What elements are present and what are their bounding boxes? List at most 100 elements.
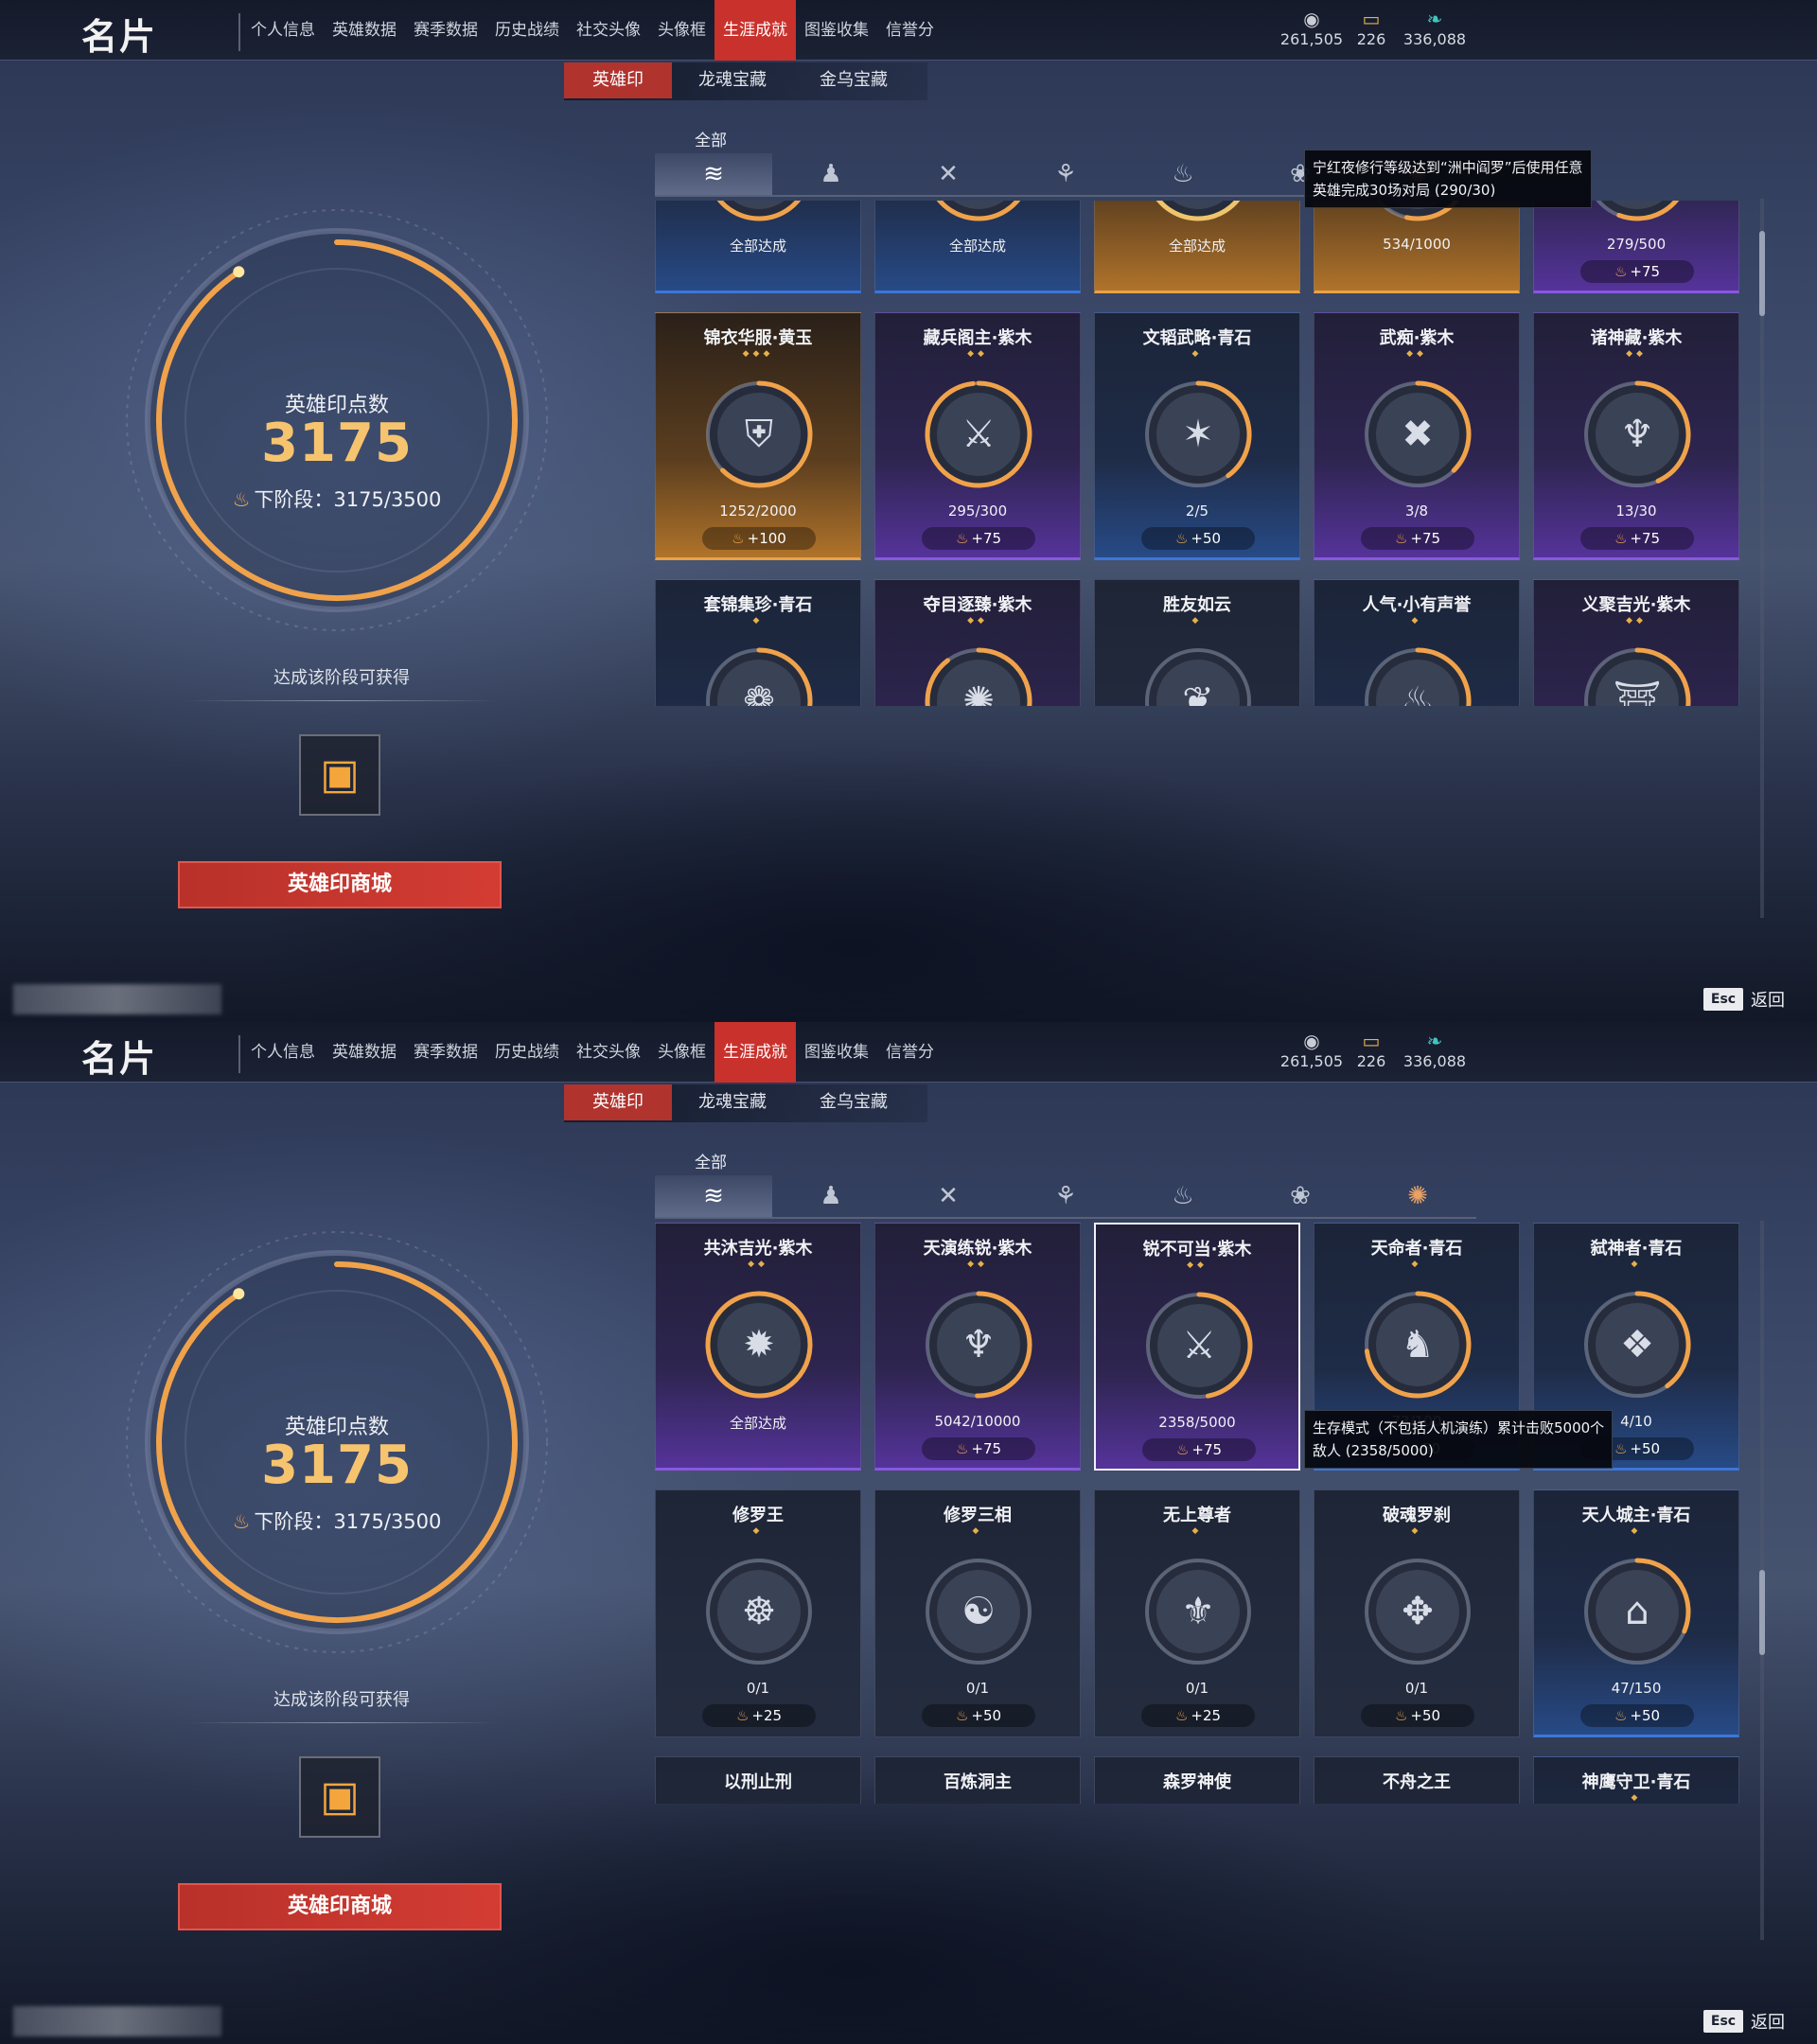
sub-tab[interactable]: 龙魂宝藏 — [672, 1084, 793, 1120]
achievement-card[interactable]: 天演练锐·紫木 ◆◆ ♆ 5042/10000 ♨ +75 — [874, 1223, 1081, 1471]
achievement-card[interactable]: 修罗王 ◆ ☸ 0/1 ♨ +25 — [655, 1489, 861, 1737]
achievement-card[interactable]: 无上尊者 ◆ ⚜ 0/1 ♨ +25 — [1094, 1489, 1300, 1737]
back-button[interactable]: 返回 — [1751, 987, 1785, 1012]
sub-tab[interactable]: 英雄印 — [564, 1084, 672, 1120]
crossed-swords-icon[interactable]: ✕ — [890, 1175, 1007, 1217]
lotus-icon[interactable]: ❀ — [1242, 1175, 1359, 1217]
sub-tab[interactable]: 金乌宝藏 — [793, 1084, 914, 1120]
three-faces-icon: ☯ — [922, 1555, 1035, 1668]
nav-tab[interactable]: 历史战绩 — [486, 0, 568, 61]
nav-tab[interactable]: 历史战绩 — [486, 1022, 568, 1083]
achievement-card[interactable]: 森罗神使♣ — [1094, 1756, 1300, 1804]
emblem-glyph: ❂ — [1580, 201, 1694, 224]
achievement-card[interactable]: ◆◆◆♛全部达成 — [1094, 201, 1300, 294]
nav-tab[interactable]: 信誉分 — [877, 0, 943, 61]
emblem-glyph: ❁ — [743, 679, 775, 706]
layers-icon[interactable]: ≋ — [655, 1175, 772, 1217]
nav-tab[interactable]: 赛季数据 — [405, 1022, 486, 1083]
scrollbar-thumb[interactable] — [1759, 230, 1765, 316]
achievement-card[interactable]: ◆◆❂279/500♨+75 — [1533, 201, 1739, 294]
next-stage-text: 下阶段：3175/3500 — [254, 1510, 442, 1533]
layers-icon[interactable]: ≋ — [655, 153, 772, 195]
nav-tab[interactable]: 赛季数据 — [405, 0, 486, 61]
person-icon[interactable]: ♟ — [772, 1175, 890, 1217]
nav-tab[interactable]: 个人信息 — [242, 0, 324, 61]
nav-tab[interactable]: 英雄数据 — [324, 0, 405, 61]
crossed-swords-icon[interactable]: ✕ — [890, 153, 1007, 195]
flame-icon: ♨ — [955, 1440, 969, 1457]
achievement-card[interactable]: 武痴·紫木 ◆◆ ✖ 3/8 ♨ +75 — [1314, 312, 1520, 561]
nav-tab[interactable]: 生涯成就 — [714, 0, 796, 61]
flame-icon: ♨ — [732, 530, 745, 548]
shop-button[interactable]: 英雄印商城 — [178, 861, 502, 908]
treasure-chest-icon[interactable]: ▣ — [299, 1756, 380, 1838]
emblem-glyph: ⛩ — [1613, 679, 1662, 706]
flame-sigil-icon[interactable]: ♨ — [1124, 153, 1242, 195]
orb-icon: ❂ — [1580, 201, 1694, 224]
back-button[interactable]: 返回 — [1751, 2009, 1785, 2034]
nav-tab[interactable]: 信誉分 — [877, 1022, 943, 1083]
achievement-card[interactable]: 人气·小有声誉◆♨9555/25000♨+50 — [1314, 579, 1520, 706]
nav-tab[interactable]: 图鉴收集 — [796, 0, 877, 61]
achievement-card[interactable]: 修罗三相 ◆ ☯ 0/1 ♨ +50 — [874, 1489, 1081, 1737]
achievement-card[interactable]: 义聚吉光·紫木◆◆⛩1792/3000♨+75 — [1533, 579, 1739, 706]
nav-tab[interactable]: 头像框 — [649, 1022, 714, 1083]
emblem-glyph: ♆ — [1620, 413, 1654, 457]
achievement-card[interactable]: 套锦集珍·青石◆❁1/3♨+50 — [655, 579, 861, 706]
esc-key-icon[interactable]: Esc — [1703, 988, 1743, 1011]
bonus-value: +50 — [971, 1707, 1002, 1724]
achievement-card[interactable]: 锦衣华服·黄玉 ◆◆◆ ⛨ 1252/2000 ♨ +100 — [655, 312, 861, 561]
achievement-card[interactable]: ◆◆◆✿534/1000 — [1314, 201, 1520, 294]
lotus-hand-icon[interactable]: ⚘ — [1007, 1175, 1124, 1217]
card-title: 共沐吉光·紫木 — [703, 1239, 813, 1259]
treasure-chest-icon[interactable]: ▣ — [299, 734, 380, 816]
achievement-card[interactable]: 以刑止刑☸ — [655, 1756, 861, 1804]
shop-button[interactable]: 英雄印商城 — [178, 1883, 502, 1930]
card-title: 天命者·青石 — [1370, 1239, 1463, 1259]
achievement-card[interactable]: 夺目逐臻·紫木◆◆✺269167/300000♨+75 — [874, 579, 1081, 706]
sub-tab[interactable]: 龙魂宝藏 — [672, 62, 793, 98]
achievement-card[interactable]: 藏兵阁主·紫木 ◆◆ ⚔ 295/300 ♨ +75 — [874, 312, 1081, 561]
achievement-card[interactable]: 共沐吉光·紫木 ◆◆ ✹ 全部达成 — [655, 1223, 861, 1471]
emblem-glyph: ◎ — [702, 201, 816, 224]
achievement-card[interactable]: 锐不可当·紫木 ◆◆ ⚔ 2358/5000 ♨ +75 — [1094, 1223, 1300, 1471]
scrollbar-thumb[interactable] — [1759, 1569, 1765, 1655]
achievement-card[interactable]: 文韬武略·青石 ◆ ✶ 2/5 ♨ +50 — [1094, 312, 1300, 561]
sub-tab[interactable]: 金乌宝藏 — [793, 62, 914, 98]
lotus-hand-icon[interactable]: ⚘ — [1007, 153, 1124, 195]
achievement-card[interactable]: 百炼洞主⌂ — [874, 1756, 1081, 1804]
achievement-card[interactable]: 不舟之王⛵ — [1314, 1756, 1520, 1804]
card-progress: 0/1 — [746, 1680, 770, 1697]
achievement-card[interactable]: ◆◆◎全部达成 — [655, 201, 861, 294]
card-progress: 5042/10000 — [934, 1413, 1021, 1430]
achievement-card[interactable]: ◆◆☽全部达成 — [874, 201, 1081, 294]
nav-tab[interactable]: 个人信息 — [242, 1022, 324, 1083]
achievement-card[interactable]: 诸神藏·紫木 ◆◆ ♆ 13/30 ♨ +75 — [1533, 312, 1739, 561]
nav-tab[interactable]: 图鉴收集 — [796, 1022, 877, 1083]
nav-tab[interactable]: 头像框 — [649, 0, 714, 61]
crown-icon: ♛ — [1141, 201, 1255, 224]
card-progress: 全部达成 — [729, 1415, 786, 1432]
nav-tab[interactable]: 英雄数据 — [324, 1022, 405, 1083]
sub-tab[interactable]: 英雄印 — [564, 62, 672, 98]
currency-display: ❧ 336,088 — [1394, 8, 1475, 48]
card-title: 修罗三相 — [944, 1506, 1012, 1525]
lotus-crest-icon: ❁ — [702, 644, 816, 706]
bonus-value: +50 — [1191, 530, 1222, 548]
card-title: 无上尊者 — [1163, 1506, 1231, 1525]
nav-tab[interactable]: 社交头像 — [568, 0, 649, 61]
achievement-card[interactable]: 神鹰守卫·青石◆♜ — [1533, 1756, 1739, 1804]
flame-icon: ♨ — [1614, 1440, 1628, 1457]
flame-sigil-icon[interactable]: ♨ — [1124, 1175, 1242, 1217]
achievement-card[interactable]: 天人城主·青石 ◆ ⌂ 47/150 ♨ +50 — [1533, 1489, 1739, 1737]
achievement-card[interactable]: 破魂罗刹 ◆ ✥ 0/1 ♨ +50 — [1314, 1489, 1520, 1737]
nav-tab[interactable]: 社交头像 — [568, 1022, 649, 1083]
snowflake-sigil-icon[interactable]: ✺ — [1359, 1175, 1476, 1217]
card-progress: 1252/2000 — [719, 502, 797, 520]
person-icon[interactable]: ♟ — [772, 153, 890, 195]
tooltip-line: 宁红夜修行等级达到“洲中阎罗”后使用任意 — [1313, 159, 1583, 177]
achievement-card[interactable]: 胜友如云◆❦0/1♨+25 — [1094, 579, 1300, 706]
screen-top: 名片 个人信息 英雄数据 赛季数据 历史战绩 社交头像 头像框 生涯成就 图鉴收集 信誉分 ◉ 261… — [0, 0, 1817, 1022]
nav-tab[interactable]: 生涯成就 — [714, 1022, 796, 1083]
esc-key-icon[interactable]: Esc — [1703, 2010, 1743, 2033]
